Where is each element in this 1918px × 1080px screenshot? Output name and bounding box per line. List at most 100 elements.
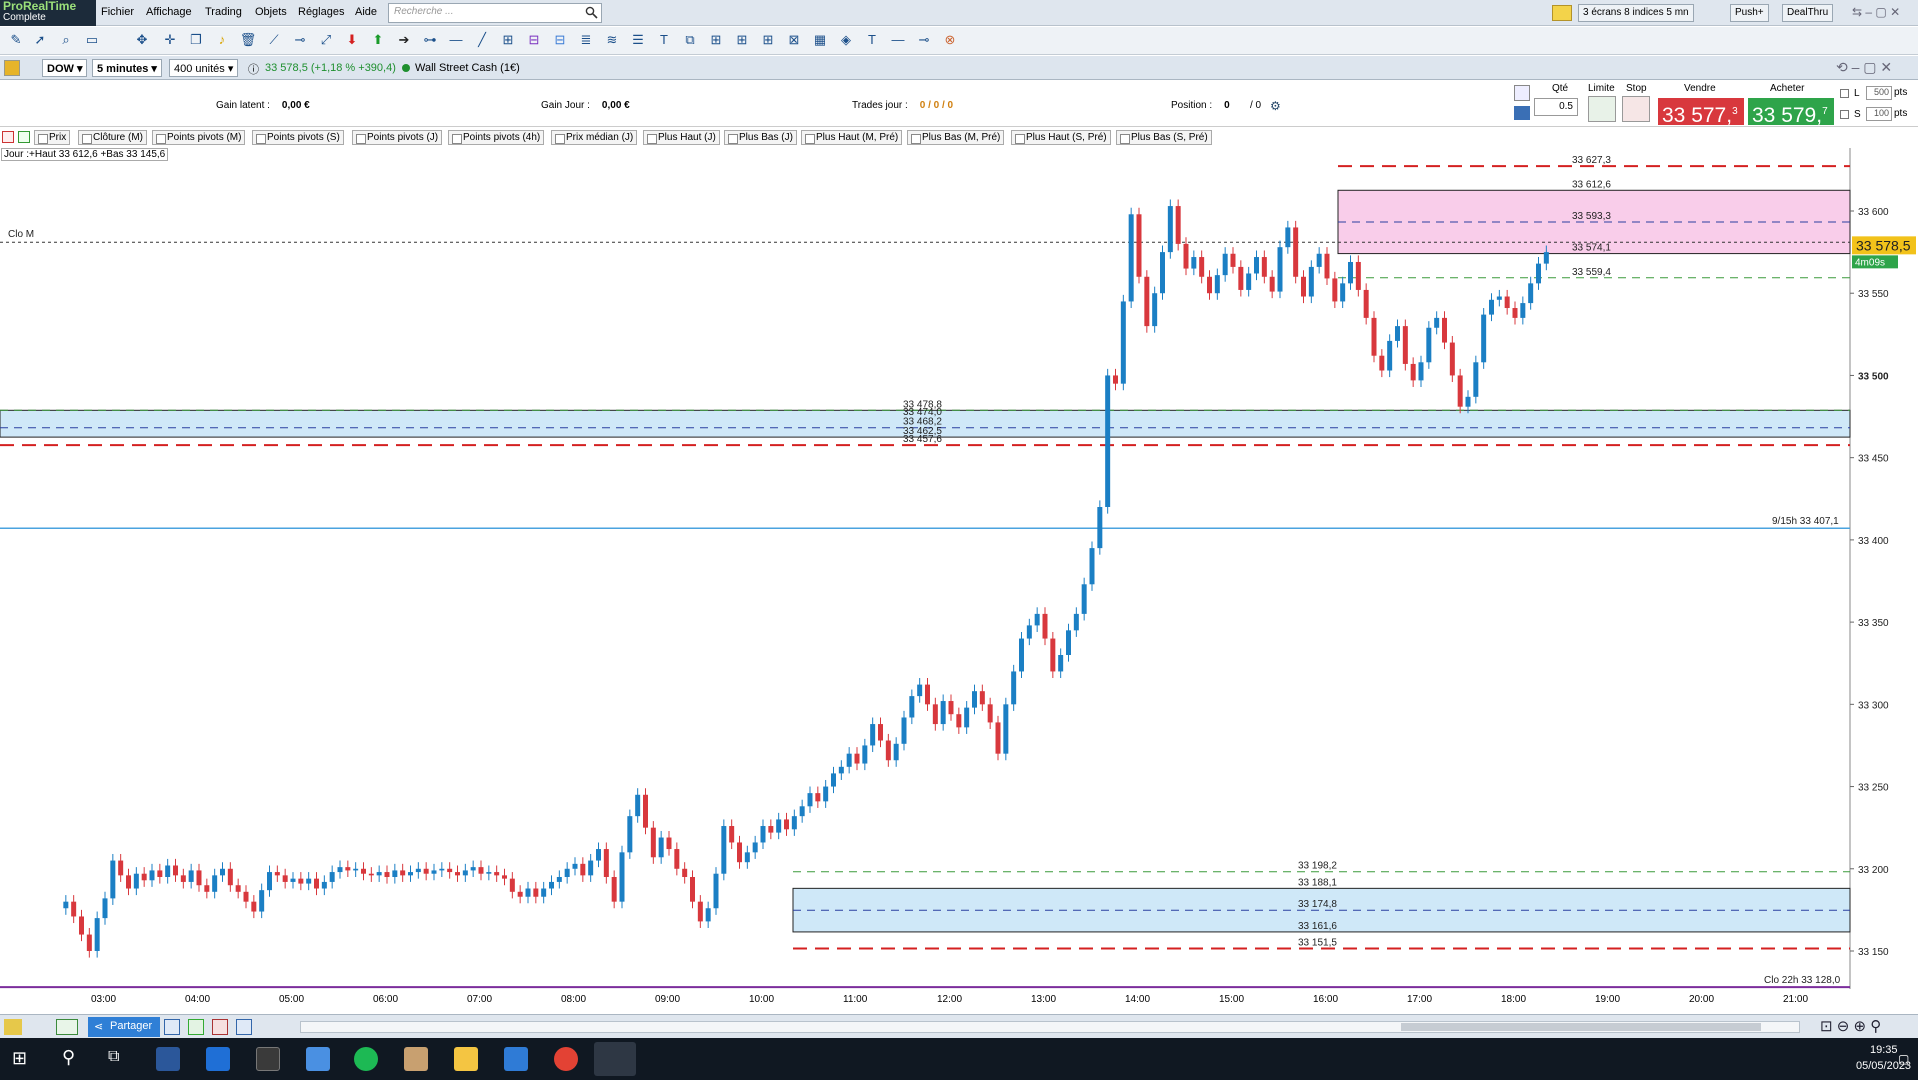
share-button[interactable]: ⋖ Partager bbox=[88, 1017, 161, 1037]
rectangle-tool-icon[interactable]: ⧉ bbox=[680, 30, 700, 50]
stop-checkbox[interactable] bbox=[1840, 110, 1849, 119]
crosshair-icon[interactable]: ✛ bbox=[160, 30, 180, 50]
level-line-2-icon[interactable]: ⊟ bbox=[550, 30, 570, 50]
chrome-icon[interactable] bbox=[554, 1047, 578, 1071]
buy-button[interactable]: 33 579,7 bbox=[1748, 98, 1834, 127]
arc-icon[interactable]: ☰ bbox=[628, 30, 648, 50]
menu-fichier[interactable]: Fichier bbox=[101, 6, 134, 18]
zoom-icon[interactable]: ⌕ bbox=[56, 30, 76, 50]
pencil-icon[interactable]: ✎ bbox=[6, 30, 26, 50]
gann-icon[interactable]: ⊠ bbox=[784, 30, 804, 50]
sell-button[interactable]: 33 577,3 bbox=[1658, 98, 1744, 127]
chart-type-icon[interactable] bbox=[4, 60, 20, 76]
legend-plus-haut-j[interactable]: Plus Haut (J) bbox=[643, 130, 720, 145]
time-scrollbar[interactable] bbox=[300, 1021, 1800, 1033]
legend-plus-bas-j[interactable]: Plus Bas (J) bbox=[724, 130, 797, 145]
draw-fill-icon[interactable]: ⊸ bbox=[914, 30, 934, 50]
price-chart[interactable]: Clo M 9/15h 33 407,1 Clo 22h 33 128,0 33 62… bbox=[0, 148, 1918, 989]
channel-4-icon[interactable]: ⊞ bbox=[758, 30, 778, 50]
channel-3-icon[interactable]: ⊞ bbox=[732, 30, 752, 50]
stop-points-input[interactable]: 100 bbox=[1866, 107, 1892, 121]
zoom-controls-icon[interactable]: ⊡ ⊖ ⊕ ⚲ bbox=[1820, 1017, 1881, 1035]
paint-icon[interactable] bbox=[404, 1047, 428, 1071]
legend-pivots-4h[interactable]: Points pivots (4h) bbox=[448, 130, 545, 145]
keyboard-icon[interactable] bbox=[1514, 106, 1530, 120]
timeframe-selector[interactable]: 5 minutes ▾ bbox=[92, 59, 162, 77]
store-icon[interactable] bbox=[306, 1047, 330, 1071]
ruler-icon[interactable]: ▭ bbox=[82, 30, 102, 50]
search-input[interactable]: Recherche ... bbox=[388, 3, 602, 23]
legend-pivots-m[interactable]: Points pivots (M) bbox=[152, 130, 246, 145]
info-icon[interactable]: ⓘ bbox=[248, 61, 259, 77]
task-view-icon[interactable]: ⧉ bbox=[108, 1048, 119, 1066]
spotify-icon[interactable] bbox=[354, 1047, 378, 1071]
folder-icon[interactable] bbox=[454, 1047, 478, 1071]
text-tool-icon[interactable]: T bbox=[654, 30, 674, 50]
cursor-icon[interactable]: ➚ bbox=[30, 30, 50, 50]
hline-plain-icon[interactable]: — bbox=[446, 30, 466, 50]
notifications-icon[interactable]: ▢ bbox=[1898, 1052, 1909, 1066]
stop-order-icon[interactable] bbox=[1622, 96, 1650, 122]
menu-affichage[interactable]: Affichage bbox=[146, 6, 192, 18]
ruler-2-icon[interactable]: ◈ bbox=[836, 30, 856, 50]
legend-cloture-m[interactable]: Clôture (M) bbox=[78, 130, 148, 145]
legend-pivots-j[interactable]: Points pivots (J) bbox=[352, 130, 443, 145]
fan-icon[interactable]: ≋ bbox=[602, 30, 622, 50]
grid-icon[interactable]: ▦ bbox=[810, 30, 830, 50]
bell-icon[interactable]: ♪ bbox=[212, 30, 232, 50]
window-controls-2-icon[interactable]: ⟲ – ▢ ✕ bbox=[1836, 59, 1892, 76]
delete-drawings-icon[interactable]: ⊗ bbox=[940, 30, 960, 50]
calendar-icon[interactable] bbox=[212, 1019, 228, 1035]
menu-trading[interactable]: Trading bbox=[205, 6, 242, 18]
sheet-icon[interactable] bbox=[188, 1019, 204, 1035]
app-icon[interactable] bbox=[206, 1047, 230, 1071]
limit-checkbox[interactable] bbox=[1840, 89, 1849, 98]
fibonacci-icon[interactable]: ≣ bbox=[576, 30, 596, 50]
menu-objets[interactable]: Objets bbox=[255, 6, 287, 18]
layout-selector[interactable]: 3 écrans 8 indices 5 mn bbox=[1578, 4, 1694, 22]
channel-2-icon[interactable]: ⊞ bbox=[706, 30, 726, 50]
legend-prix[interactable]: Prix bbox=[34, 130, 71, 145]
trendline-icon[interactable]: ⤢ bbox=[316, 30, 336, 50]
sell-arrow-icon[interactable]: ⬇ bbox=[342, 30, 362, 50]
settings-gear-icon[interactable]: ⚙ bbox=[1270, 99, 1281, 113]
qte-input[interactable]: 0.5 bbox=[1534, 98, 1578, 116]
symbol-selector[interactable]: DOW ▾ bbox=[42, 59, 88, 77]
legend-plus-bas-s-pre[interactable]: Plus Bas (S, Pré) bbox=[1116, 130, 1212, 145]
legend-pivots-s[interactable]: Points pivots (S) bbox=[252, 130, 344, 145]
line-tool-icon[interactable]: ⟋ bbox=[264, 30, 284, 50]
prorealtime-taskbar-button[interactable] bbox=[594, 1042, 636, 1076]
legend-prix-median[interactable]: Prix médian (J) bbox=[551, 130, 638, 145]
text-tool-2-icon[interactable]: T bbox=[862, 30, 882, 50]
limit-points-input[interactable]: 500 bbox=[1866, 86, 1892, 100]
buy-arrow-icon[interactable]: ⬆ bbox=[368, 30, 388, 50]
dealthru-button[interactable]: DealThru bbox=[1782, 4, 1834, 22]
pencil-bottom-icon[interactable] bbox=[4, 1019, 22, 1035]
level-line-icon[interactable]: ⊟ bbox=[524, 30, 544, 50]
menu-aide[interactable]: Aide bbox=[355, 6, 377, 18]
hline-icon[interactable]: ⊶ bbox=[420, 30, 440, 50]
add-indicator-icon[interactable] bbox=[2, 131, 14, 143]
segment-icon[interactable]: ⊸ bbox=[290, 30, 310, 50]
wrench-icon[interactable] bbox=[1514, 85, 1530, 101]
multi-window-icon[interactable] bbox=[236, 1019, 252, 1035]
magnet-icon[interactable]: ✥ bbox=[132, 30, 152, 50]
legend-plus-bas-m-pre[interactable]: Plus Bas (M, Pré) bbox=[907, 130, 1005, 145]
windows-start-icon[interactable]: ⊞ bbox=[12, 1049, 27, 1067]
screener-icon[interactable] bbox=[164, 1019, 180, 1035]
search-taskbar-icon[interactable]: ⚲ bbox=[62, 1047, 75, 1068]
alert-bell-icon[interactable] bbox=[1552, 5, 1572, 21]
word-icon[interactable] bbox=[156, 1047, 180, 1071]
expand-indicator-icon[interactable] bbox=[18, 131, 30, 143]
window-controls-icon[interactable]: ⇆ – ▢ ✕ bbox=[1852, 5, 1900, 19]
chart-add-icon[interactable] bbox=[56, 1019, 78, 1035]
right-arrow-icon[interactable]: ➔ bbox=[394, 30, 414, 50]
channel-icon[interactable]: ⊞ bbox=[498, 30, 518, 50]
calculator-icon[interactable] bbox=[504, 1047, 528, 1071]
dash-line-icon[interactable]: — bbox=[888, 30, 908, 50]
time-scrollbar-thumb[interactable] bbox=[1401, 1023, 1761, 1031]
units-selector[interactable]: 400 unités ▾ bbox=[169, 59, 239, 77]
push-button[interactable]: Push+ bbox=[1730, 4, 1769, 22]
copy-icon[interactable]: ❐ bbox=[186, 30, 206, 50]
diagonal-line-icon[interactable]: ╱ bbox=[472, 30, 492, 50]
